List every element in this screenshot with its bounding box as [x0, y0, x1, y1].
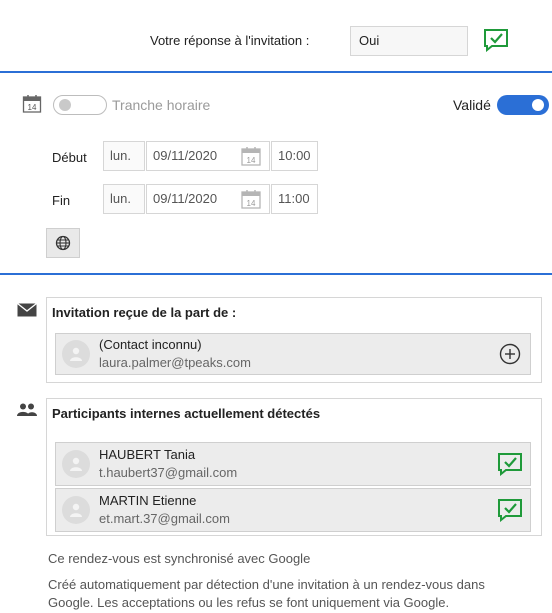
response-field[interactable]: Oui — [350, 26, 468, 56]
start-label: Début — [52, 150, 87, 165]
end-calendar-icon[interactable]: 14 — [240, 188, 262, 213]
participant-email: t.haubert37@gmail.com — [99, 465, 238, 480]
sync-note: Ce rendez-vous est synchronisé avec Goog… — [48, 551, 311, 566]
validated-label: Validé — [453, 97, 491, 113]
avatar-icon — [62, 496, 90, 524]
start-time[interactable]: 10:00 — [271, 141, 318, 171]
divider-top — [0, 71, 552, 73]
end-day: lun. — [103, 184, 145, 214]
participant-name: HAUBERT Tania — [99, 447, 196, 462]
end-label: Fin — [52, 193, 71, 208]
validated-toggle[interactable] — [497, 95, 549, 115]
inviter-email: laura.palmer@tpeaks.com — [99, 355, 251, 370]
globe-icon — [55, 235, 71, 251]
divider-middle — [0, 273, 552, 275]
info-note-line2: Google. Les acceptations ou les refus se… — [48, 595, 450, 610]
participant-check-icon[interactable] — [497, 452, 523, 479]
participants-title: Participants internes actuellement détec… — [52, 406, 321, 421]
svg-text:14: 14 — [247, 199, 256, 208]
add-circle-icon[interactable] — [499, 343, 521, 368]
end-date: 09/11/2020 — [153, 191, 218, 206]
invitation-title: Invitation reçue de la part de : — [52, 305, 237, 320]
timeslot-toggle[interactable] — [53, 95, 107, 115]
svg-text:14: 14 — [247, 156, 256, 165]
response-check-icon[interactable] — [483, 28, 509, 55]
people-icon — [16, 403, 38, 420]
timezone-button[interactable] — [46, 228, 80, 258]
timeslot-label: Tranche horaire — [112, 97, 211, 113]
inviter-name: (Contact inconnu) — [99, 337, 202, 352]
calendar-icon: 14 — [22, 94, 42, 114]
participant-name: MARTIN Etienne — [99, 493, 197, 508]
start-date: 09/11/2020 — [153, 148, 218, 163]
avatar-icon — [62, 450, 90, 478]
end-time[interactable]: 11:00 — [271, 184, 318, 214]
start-day: lun. — [103, 141, 145, 171]
participant-check-icon[interactable] — [497, 498, 523, 525]
envelope-icon — [17, 302, 37, 320]
participant-email: et.mart.37@gmail.com — [99, 511, 230, 526]
response-label: Votre réponse à l'invitation : — [150, 33, 310, 48]
info-note-line1: Créé automatiquement par détection d'une… — [48, 577, 485, 592]
svg-text:14: 14 — [28, 103, 37, 112]
avatar-icon — [62, 340, 90, 368]
start-calendar-icon[interactable]: 14 — [240, 145, 262, 170]
